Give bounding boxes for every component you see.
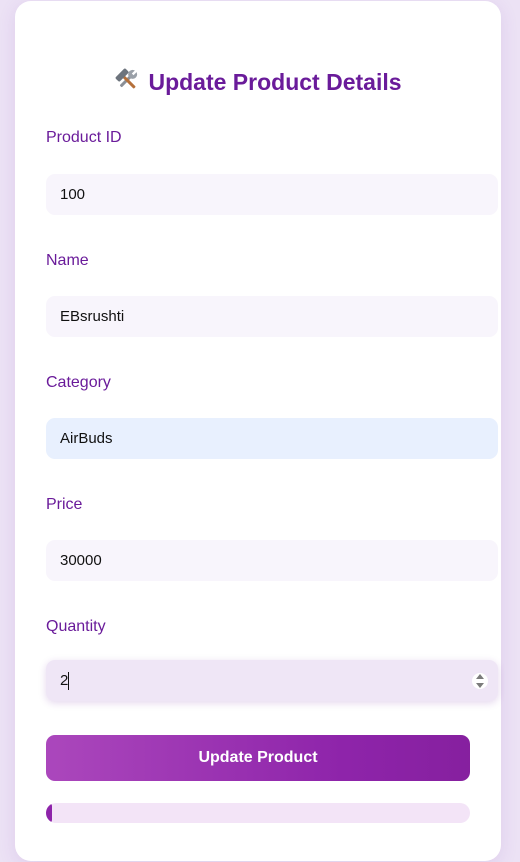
quantity-spinner[interactable] [472,670,488,692]
name-label: Name [46,252,89,269]
page-title: Update Product Details [15,67,501,99]
quantity-stepper[interactable] [46,660,498,701]
update-product-card: Update Product Details Product ID Name C… [15,1,501,861]
price-label: Price [46,496,83,513]
category-input[interactable] [46,418,498,459]
price-input[interactable] [46,540,498,581]
update-product-button[interactable]: Update Product [46,735,470,781]
progress-fill [46,803,53,823]
name-input[interactable] [46,296,498,337]
quantity-label: Quantity [46,618,106,635]
product-id-input[interactable] [46,174,498,215]
product-id-label: Product ID [46,129,122,146]
progress-bar [46,803,470,823]
title-text: Update Product Details [148,69,402,95]
text-cursor [68,672,69,690]
category-label: Category [46,374,111,391]
tools-icon [114,67,140,99]
quantity-input[interactable] [46,660,466,701]
